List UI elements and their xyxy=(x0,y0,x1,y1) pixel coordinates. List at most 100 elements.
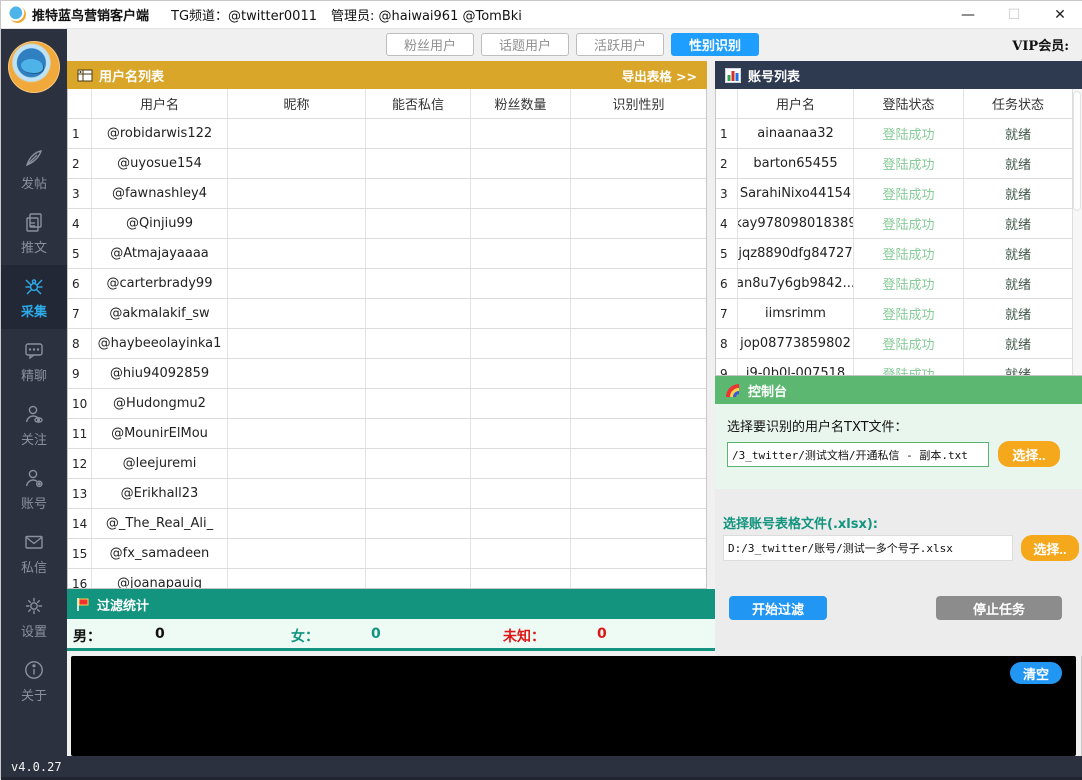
account-username-cell: ainaanaa32 xyxy=(738,119,854,148)
username-cell: @Atmajayaaaa xyxy=(92,239,228,268)
account-col-header-1: 用户名 xyxy=(738,89,854,118)
vip-label: VIP会员: xyxy=(1012,35,1069,54)
top-tabbar: 粉丝用户话题用户活跃用户性别识别 VIP会员: xyxy=(67,29,1082,59)
sidebar-item-6[interactable]: 私信 xyxy=(1,521,67,585)
clear-log-button[interactable]: 清空 xyxy=(1010,662,1062,684)
sidebar-item-label: 私信 xyxy=(21,557,47,576)
row-number: 6 xyxy=(716,269,738,298)
xlsx-file-input[interactable]: D:/3_twitter/账号/测试一多个号子.xlsx xyxy=(723,535,1013,561)
bar-chart-icon xyxy=(725,68,741,83)
login-status-cell: 登陆成功 xyxy=(854,209,964,238)
user-table-row[interactable]: 14 @_The_Real_Ali_ xyxy=(68,509,706,539)
account-table-row[interactable]: 1 ainaanaa32 登陆成功 就绪 xyxy=(716,119,1072,149)
account-table-row[interactable]: 4 kay978098018389 登陆成功 就绪 xyxy=(716,209,1072,239)
account-table-row[interactable]: 9 i9-0b0l-007518 登陆成功 就绪 xyxy=(716,359,1072,376)
row-number: 8 xyxy=(716,329,738,358)
export-table-link[interactable]: 导出表格 >> xyxy=(622,66,697,85)
account-table-scrollbar[interactable] xyxy=(1072,89,1082,376)
unknown-label: 未知： xyxy=(503,626,545,646)
row-number: 1 xyxy=(716,119,738,148)
xlsx-browse-button[interactable]: 选择.. xyxy=(1021,535,1079,561)
feather-icon xyxy=(23,147,45,169)
row-number: 6 xyxy=(68,269,92,298)
sidebar-item-7[interactable]: 设置 xyxy=(1,585,67,649)
tab-3[interactable]: 性别识别 xyxy=(671,33,759,56)
account-list-title: 账号列表 xyxy=(748,66,800,85)
row-number: 5 xyxy=(716,239,738,268)
minimize-button[interactable]: — xyxy=(945,1,991,29)
row-number: 11 xyxy=(68,419,92,448)
user-table-row[interactable]: 3 @fawnashley4 xyxy=(68,179,706,209)
stop-task-button[interactable]: 停止任务 xyxy=(936,596,1062,620)
can-dm-cell xyxy=(366,179,471,208)
user-table-row[interactable]: 10 @Hudongmu2 xyxy=(68,389,706,419)
user-table-row[interactable]: 1 @robidarwis122 xyxy=(68,119,706,149)
row-number: 2 xyxy=(716,149,738,178)
account-table-row[interactable]: 2 barton65455 登陆成功 就绪 xyxy=(716,149,1072,179)
sidebar-item-label: 精聊 xyxy=(21,365,47,384)
user-table-row[interactable]: 2 @uyosue154 xyxy=(68,149,706,179)
username-cell: @joanapauig xyxy=(92,569,228,589)
user-table-row[interactable]: 5 @Atmajayaaaa xyxy=(68,239,706,269)
sidebar-item-4[interactable]: 关注 xyxy=(1,393,67,457)
sidebar-item-0[interactable]: 发帖 xyxy=(1,137,67,201)
gender-cell xyxy=(571,539,706,568)
followers-cell xyxy=(471,389,571,418)
gender-cell xyxy=(571,119,706,148)
tg-channel-info: TG频道：@twitter0011 xyxy=(171,5,317,24)
username-cell: @robidarwis122 xyxy=(92,119,228,148)
user-table-row[interactable]: 7 @akmalakif_sw xyxy=(68,299,706,329)
maximize-button[interactable]: ☐ xyxy=(991,1,1037,29)
username-cell: @hiu94092859 xyxy=(92,359,228,388)
admin-info: 管理员: @haiwai961 @TomBki xyxy=(331,5,522,24)
can-dm-cell xyxy=(366,329,471,358)
sidebar-item-1[interactable]: 推文 xyxy=(1,201,67,265)
rainbow-icon xyxy=(725,383,741,398)
account-table-row[interactable]: 5 jqz8890dfg84727 登陆成功 就绪 xyxy=(716,239,1072,269)
user-table-row[interactable]: 4 @Qinjiu99 xyxy=(68,209,706,239)
tab-0[interactable]: 粉丝用户 xyxy=(386,33,474,56)
tab-1[interactable]: 话题用户 xyxy=(481,33,569,56)
scrollbar-thumb[interactable] xyxy=(1073,91,1081,211)
user-table-row[interactable]: 15 @fx_samadeen xyxy=(68,539,706,569)
login-status-cell: 登陆成功 xyxy=(854,359,964,376)
task-status-cell: 就绪 xyxy=(964,149,1072,178)
row-number: 1 xyxy=(68,119,92,148)
can-dm-cell xyxy=(366,569,471,589)
user-table-row[interactable]: 6 @carterbrady99 xyxy=(68,269,706,299)
tab-2[interactable]: 活跃用户 xyxy=(576,33,664,56)
sidebar-item-label: 推文 xyxy=(21,237,47,256)
sidebar-item-8[interactable]: 关于 xyxy=(1,649,67,713)
account-table-row[interactable]: 8 jop08773859802 登陆成功 就绪 xyxy=(716,329,1072,359)
account-table-row[interactable]: 6 an8u7y6gb9842... 登陆成功 就绪 xyxy=(716,269,1072,299)
chat-icon xyxy=(23,339,45,361)
username-cell: @_The_Real_Ali_ xyxy=(92,509,228,538)
row-number: 8 xyxy=(68,329,92,358)
sidebar-item-2[interactable]: 采集 xyxy=(1,265,67,329)
user-table-row[interactable]: 13 @Erikhall23 xyxy=(68,479,706,509)
user-table-row[interactable]: 16 @joanapauig xyxy=(68,569,706,589)
nickname-cell xyxy=(228,359,366,388)
user-table-row[interactable]: 12 @leejuremi xyxy=(68,449,706,479)
can-dm-cell xyxy=(366,479,471,508)
login-status-cell: 登陆成功 xyxy=(854,179,964,208)
gender-cell xyxy=(571,389,706,418)
txt-file-input[interactable]: /3_twitter/测试文档/开通私信 - 副本.txt xyxy=(727,442,989,467)
sidebar-item-3[interactable]: 精聊 xyxy=(1,329,67,393)
login-status-cell: 登陆成功 xyxy=(854,269,964,298)
gender-cell xyxy=(571,359,706,388)
task-status-cell: 就绪 xyxy=(964,359,1072,376)
log-console: 清空 xyxy=(71,656,1076,756)
gender-cell xyxy=(571,569,706,589)
close-button[interactable]: ✕ xyxy=(1037,1,1082,29)
account-table-row[interactable]: 3 SarahiNixo44154 登陆成功 就绪 xyxy=(716,179,1072,209)
user-table-row[interactable]: 11 @MounirElMou xyxy=(68,419,706,449)
sidebar-item-5[interactable]: 账号 xyxy=(1,457,67,521)
account-table-row[interactable]: 7 iimsrimm 登陆成功 就绪 xyxy=(716,299,1072,329)
txt-browse-button[interactable]: 选择.. xyxy=(998,441,1060,467)
user-table-body: 1 @robidarwis122 2 @uyosue154 3 @fawnash… xyxy=(68,119,706,589)
user-table-row[interactable]: 9 @hiu94092859 xyxy=(68,359,706,389)
start-filter-button[interactable]: 开始过滤 xyxy=(729,596,827,620)
user-table-row[interactable]: 8 @haybeeolayinka1 xyxy=(68,329,706,359)
row-number: 3 xyxy=(68,179,92,208)
